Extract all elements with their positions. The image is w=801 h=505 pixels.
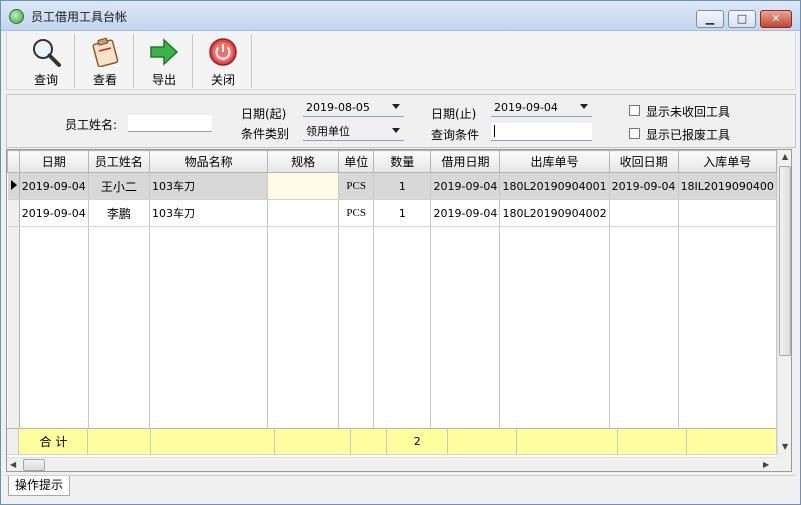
query-condition-label: 查询条件 xyxy=(431,128,480,142)
employee-name-label: 员工姓名: xyxy=(65,118,118,132)
cell-employee[interactable]: 李鹏 xyxy=(88,199,151,227)
cell-date[interactable]: 2019-09-04 xyxy=(19,172,89,200)
column-header[interactable]: 收回日期 xyxy=(608,150,679,173)
column-header[interactable]: 数量 xyxy=(373,150,432,173)
minimize-button[interactable]: ▁ xyxy=(696,10,724,28)
horizontal-scroll-thumb[interactable] xyxy=(23,459,45,471)
horizontal-scrollbar[interactable]: ◀ ▶ xyxy=(7,457,777,471)
table-row[interactable]: 2019-09-04 李鹏 103车刀 PCS 1 2019-09-04 180… xyxy=(7,199,777,227)
employee-name-input[interactable] xyxy=(128,115,212,132)
toolbar: 查询 查看 导出 关闭 xyxy=(6,32,796,90)
column-header[interactable]: 借用日期 xyxy=(430,150,501,173)
cell-unit[interactable]: PCS xyxy=(338,199,375,227)
condition-type-value: 领用单位 xyxy=(306,125,350,138)
cell-return-date[interactable]: 2019-09-04 xyxy=(609,172,679,200)
export-button[interactable]: 导出 xyxy=(135,34,193,88)
total-label: 合 计 xyxy=(18,428,89,455)
chevron-down-icon xyxy=(392,128,400,133)
cell-borrow-date[interactable]: 2019-09-04 xyxy=(430,199,501,227)
cell-borrow-date[interactable]: 2019-09-04 xyxy=(430,172,501,200)
cell-qty[interactable]: 1 xyxy=(373,172,432,200)
header-row: 日期 员工姓名 物品名称 规格 单位 数量 借用日期 出库单号 收回日期 入库单… xyxy=(7,150,777,173)
window-title: 员工借用工具台帐 xyxy=(31,10,128,24)
vertical-scroll-thumb[interactable] xyxy=(779,166,791,356)
cell-return-date[interactable] xyxy=(609,199,679,227)
cell-spec[interactable] xyxy=(267,199,340,227)
scroll-down-icon[interactable]: ▼ xyxy=(782,442,788,451)
query-condition-input[interactable] xyxy=(491,123,592,141)
date-end-label: 日期(止) xyxy=(431,107,477,121)
cell-qty[interactable]: 1 xyxy=(373,199,432,227)
total-row: 合 计 2 xyxy=(7,428,777,455)
operation-tip-tab[interactable]: 操作提示 xyxy=(8,476,71,496)
filter-panel: 员工姓名: 日期(起) 2019-08-05 条件类别 领用单位 日期(止) 2… xyxy=(6,94,796,148)
chevron-down-icon xyxy=(392,104,400,109)
show-unreturned-label: 显示未收回工具 xyxy=(646,105,731,119)
cell-employee[interactable]: 王小二 xyxy=(88,172,151,200)
cell-item[interactable]: 103车刀 xyxy=(149,199,269,227)
close-button[interactable]: 关闭 xyxy=(194,34,252,88)
cell-item[interactable]: 103车刀 xyxy=(149,172,269,200)
date-end-value: 2019-09-04 xyxy=(494,101,558,114)
current-row-icon xyxy=(10,179,17,190)
close-window-button[interactable]: ✕ xyxy=(760,10,792,28)
row-indicator xyxy=(7,199,20,227)
clipboard-icon xyxy=(92,37,119,67)
cell-out-no[interactable]: 180L20190904002 xyxy=(499,199,610,227)
cell-out-no[interactable]: 180L20190904001 xyxy=(499,172,610,200)
column-header[interactable]: 单位 xyxy=(338,150,375,173)
column-header[interactable]: 出库单号 xyxy=(499,150,610,173)
condition-type-select[interactable]: 领用单位 xyxy=(303,123,404,141)
row-indicator xyxy=(7,172,20,200)
data-grid: 日期 员工姓名 物品名称 规格 单位 数量 借用日期 出库单号 收回日期 入库单… xyxy=(6,149,792,472)
query-button[interactable]: 查询 xyxy=(17,34,75,88)
show-scrapped-checkbox[interactable] xyxy=(629,128,640,139)
cell-in-no[interactable]: 18IL2019090400 xyxy=(678,172,777,200)
cell-date[interactable]: 2019-09-04 xyxy=(19,199,89,227)
text-caret xyxy=(494,125,495,137)
total-qty: 2 xyxy=(386,428,449,455)
chevron-down-icon xyxy=(580,104,588,109)
power-icon xyxy=(209,38,237,66)
show-unreturned-checkbox[interactable] xyxy=(629,105,640,116)
title-bar: 员工借用工具台帐 ▁ □ ✕ xyxy=(1,1,800,31)
arrow-right-icon xyxy=(150,38,179,66)
column-header[interactable]: 物品名称 xyxy=(149,150,269,173)
scroll-up-icon[interactable]: ▲ xyxy=(782,152,788,161)
column-header[interactable]: 日期 xyxy=(18,150,89,173)
column-header[interactable]: 规格 xyxy=(267,150,340,173)
status-bar: 操作提示 xyxy=(6,475,796,497)
show-scrapped-label: 显示已报废工具 xyxy=(646,128,731,142)
empty-row xyxy=(7,226,777,429)
data-table: 日期 员工姓名 物品名称 规格 单位 数量 借用日期 出库单号 收回日期 入库单… xyxy=(7,150,777,429)
view-button[interactable]: 查看 xyxy=(76,34,134,88)
cell-spec[interactable] xyxy=(267,172,340,200)
scroll-left-icon[interactable]: ◀ xyxy=(10,460,16,469)
maximize-button[interactable]: □ xyxy=(728,10,756,28)
table-row[interactable]: 2019-09-04 王小二 103车刀 PCS 1 2019-09-04 18… xyxy=(7,172,777,200)
cell-unit[interactable]: PCS xyxy=(338,172,375,200)
app-icon xyxy=(9,9,24,24)
scroll-corner xyxy=(777,457,791,471)
scroll-right-icon[interactable]: ▶ xyxy=(763,460,769,469)
column-header[interactable]: 员工姓名 xyxy=(87,150,151,173)
date-end-picker[interactable]: 2019-09-04 xyxy=(491,99,592,117)
date-start-label: 日期(起) xyxy=(241,107,287,121)
date-start-value: 2019-08-05 xyxy=(306,101,370,114)
header-indicator xyxy=(7,150,20,173)
column-header[interactable]: 入库单号 xyxy=(677,150,777,173)
magnifier-icon xyxy=(33,39,61,67)
condition-type-label: 条件类别 xyxy=(241,127,290,141)
cell-in-no[interactable] xyxy=(678,199,777,227)
date-start-picker[interactable]: 2019-08-05 xyxy=(303,99,404,117)
app-window: 员工借用工具台帐 ▁ □ ✕ 查询 查看 导出 关闭 员工姓名: 日期(起) 2… xyxy=(0,0,801,505)
vertical-scrollbar[interactable]: ▲ ▼ xyxy=(777,150,791,457)
